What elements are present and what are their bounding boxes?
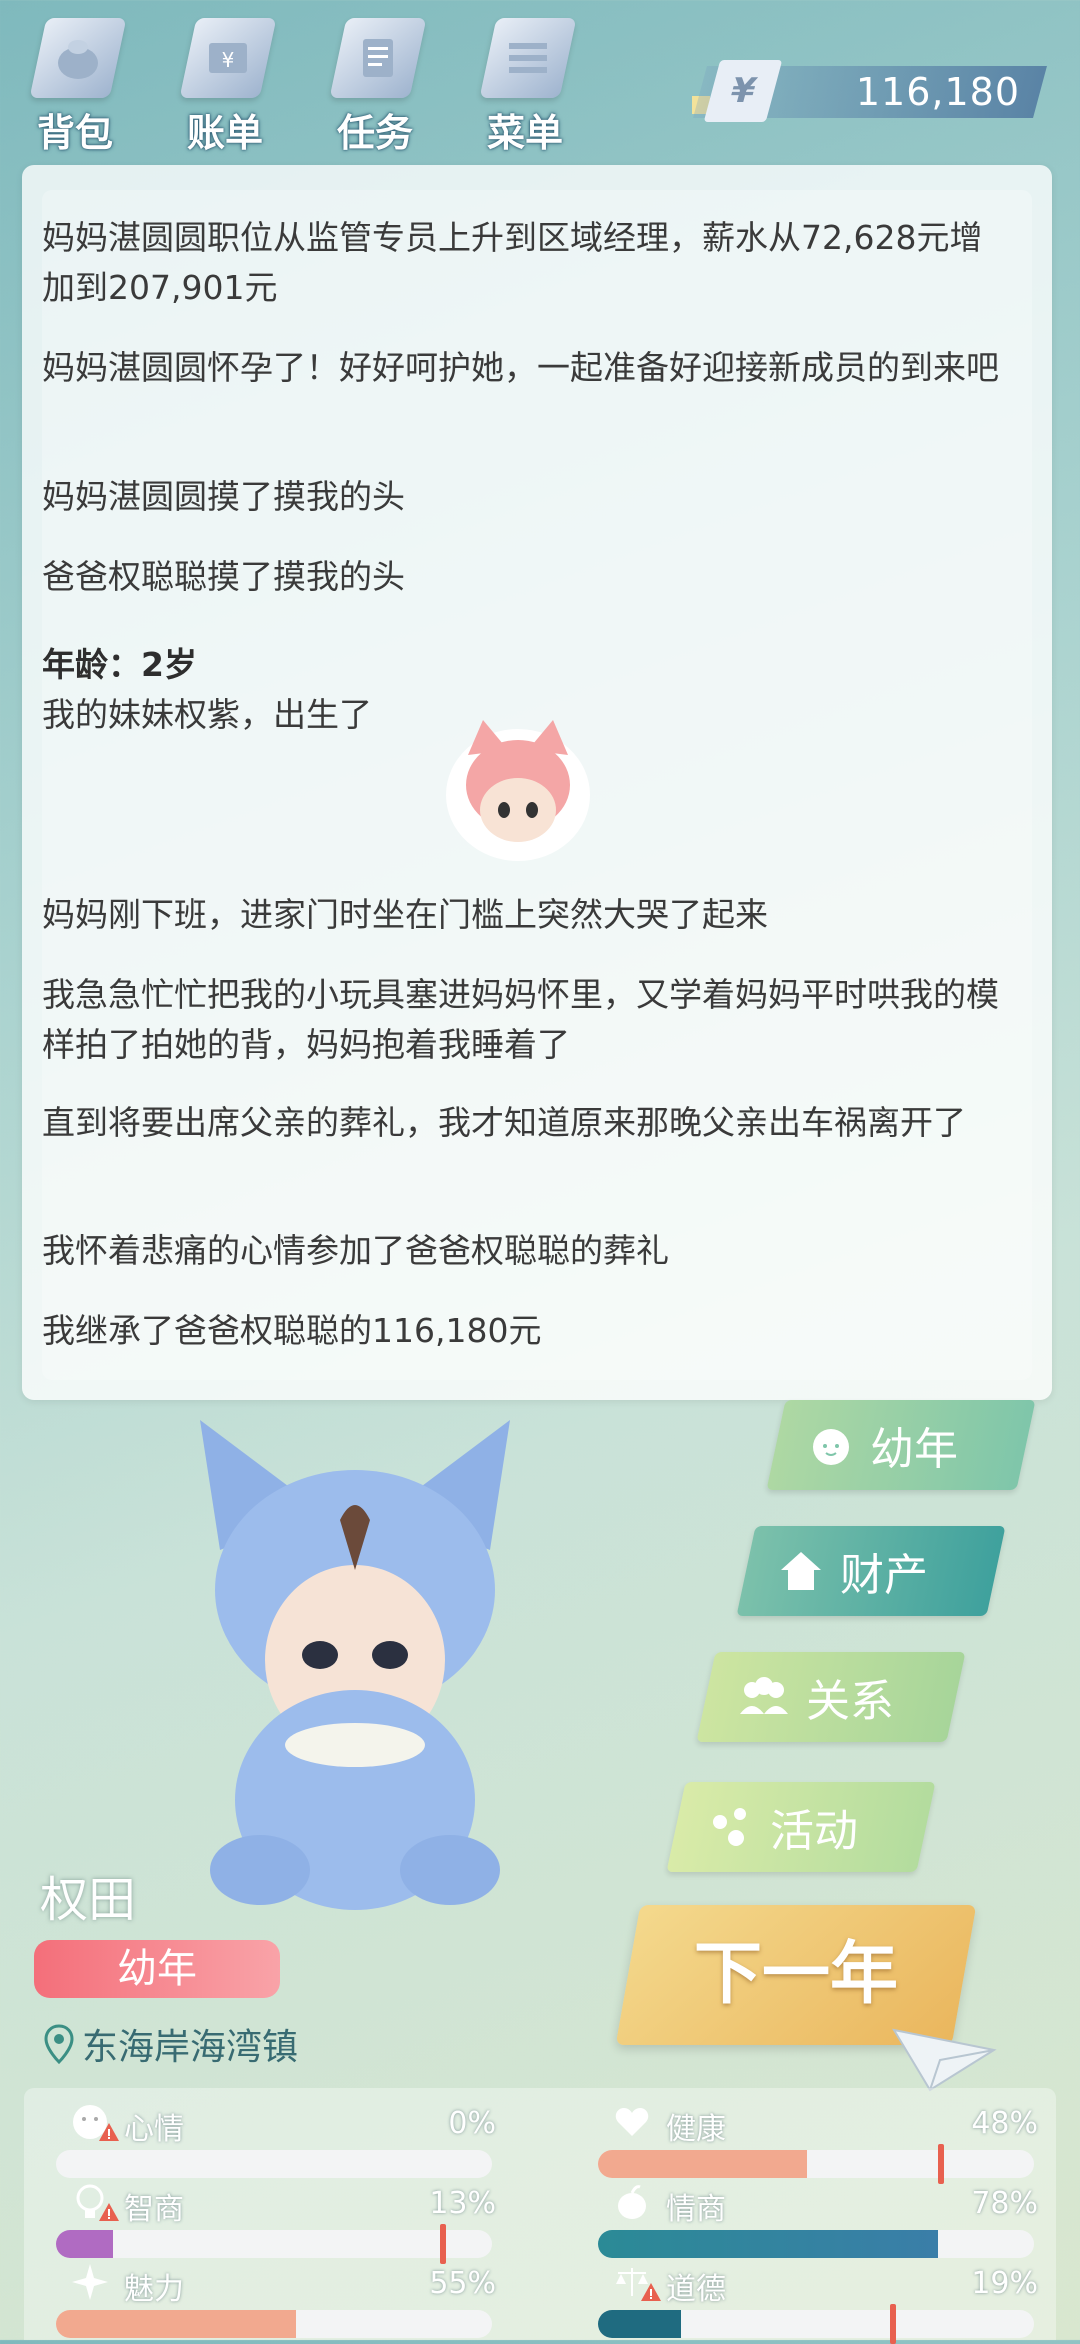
story-paragraph: 妈妈湛圆圆摸了摸我的头 [42,477,405,516]
stat-bar [56,2230,492,2258]
menu-button[interactable]: 菜单 [460,10,590,155]
warning-icon [640,2282,662,2302]
activities-menu-button[interactable]: 活动 [666,1782,936,1872]
activity-dots-icon [713,1808,746,1846]
stat-marker [440,2224,446,2264]
stat-bar [56,2150,492,2178]
story-paragraph: 妈妈刚下班，进家门时坐在门槛上突然大哭了起来 [42,895,768,934]
property-menu-button[interactable]: 财产 [736,1526,1006,1616]
age-heading: 年龄：2岁 [42,645,197,684]
task-button[interactable]: 任务 [310,10,440,155]
stat-eq: 情商 78% [598,2180,1038,2260]
stat-bar [598,2310,1034,2338]
stats-panel: 心情 0% 健康 48% 智商 13% 情商 78% 魅力 55% 道德 19% [24,2088,1056,2344]
stat-mood: 心情 0% [56,2100,496,2180]
location: 东海岸海湾镇 [44,2018,298,2070]
bag-icon [29,18,127,98]
stage-menu-button[interactable]: 幼年 [766,1400,1036,1490]
life-stage-badge: 幼年 [34,1940,280,1998]
stat-iq: 智商 13% [56,2180,496,2264]
character-avatar [180,1400,530,1920]
bag-button[interactable]: 背包 [10,10,140,155]
bill-button[interactable]: ¥ 账单 [160,10,290,155]
stat-health: 健康 48% [598,2100,1038,2184]
location-pin-icon [44,2024,74,2064]
stat-bar [598,2230,1034,2258]
house-icon [781,1552,821,1590]
people-icon [740,1677,788,1714]
stat-marker [890,2304,896,2344]
story-paragraph: 我急急忙忙把我的小玩具塞进妈妈怀里，又学着妈妈平时哄我的模样拍了拍她的背，妈妈抱… [42,975,999,1064]
character-name: 权田 [40,1872,137,1928]
story-paragraph: 我继承了爸爸权聪聪的116,180元 [42,1311,542,1350]
stat-morality: 道德 19% [598,2260,1038,2344]
story-paragraph: 妈妈湛圆圆怀孕了！好好呵护她，一起准备好迎接新成员的到来吧 [42,348,999,387]
story-paragraph: 我怀着悲痛的心情参加了爸爸权聪聪的葬礼 [42,1231,669,1270]
baby-face-icon [813,1429,849,1465]
story-paragraph: 爸爸权聪聪摸了摸我的头 [42,557,405,596]
story-paragraph: 直到将要出席父亲的葬礼，我才知道原来那晚父亲出车祸离开了 [42,1103,966,1142]
warning-icon [98,2122,120,2142]
money-amount: 116,180 [855,70,1020,114]
warning-icon [98,2202,120,2222]
relations-menu-button[interactable]: 关系 [696,1652,966,1742]
menu-icon [479,18,577,98]
location-label: 东海岸海湾镇 [82,2027,299,2068]
stat-marker [938,2144,944,2184]
heart-icon [612,2102,652,2142]
apple-icon [612,2182,652,2222]
sister-avatar [438,715,598,865]
sparkle-icon [70,2262,110,2302]
stat-bar [598,2150,1034,2178]
top-bar: 背包 ¥ 账单 任务 菜单 ¥ 116,180 [0,0,1080,160]
stat-charm: 魅力 55% [56,2260,496,2340]
bill-icon: ¥ [179,18,277,98]
stat-bar [56,2310,492,2338]
task-icon [329,18,427,98]
story-paragraph: 妈妈湛圆圆职位从监管专员上升到区域经理，薪水从72,628元增加到207,901… [42,218,983,307]
svg-text:¥: ¥ [222,48,235,72]
